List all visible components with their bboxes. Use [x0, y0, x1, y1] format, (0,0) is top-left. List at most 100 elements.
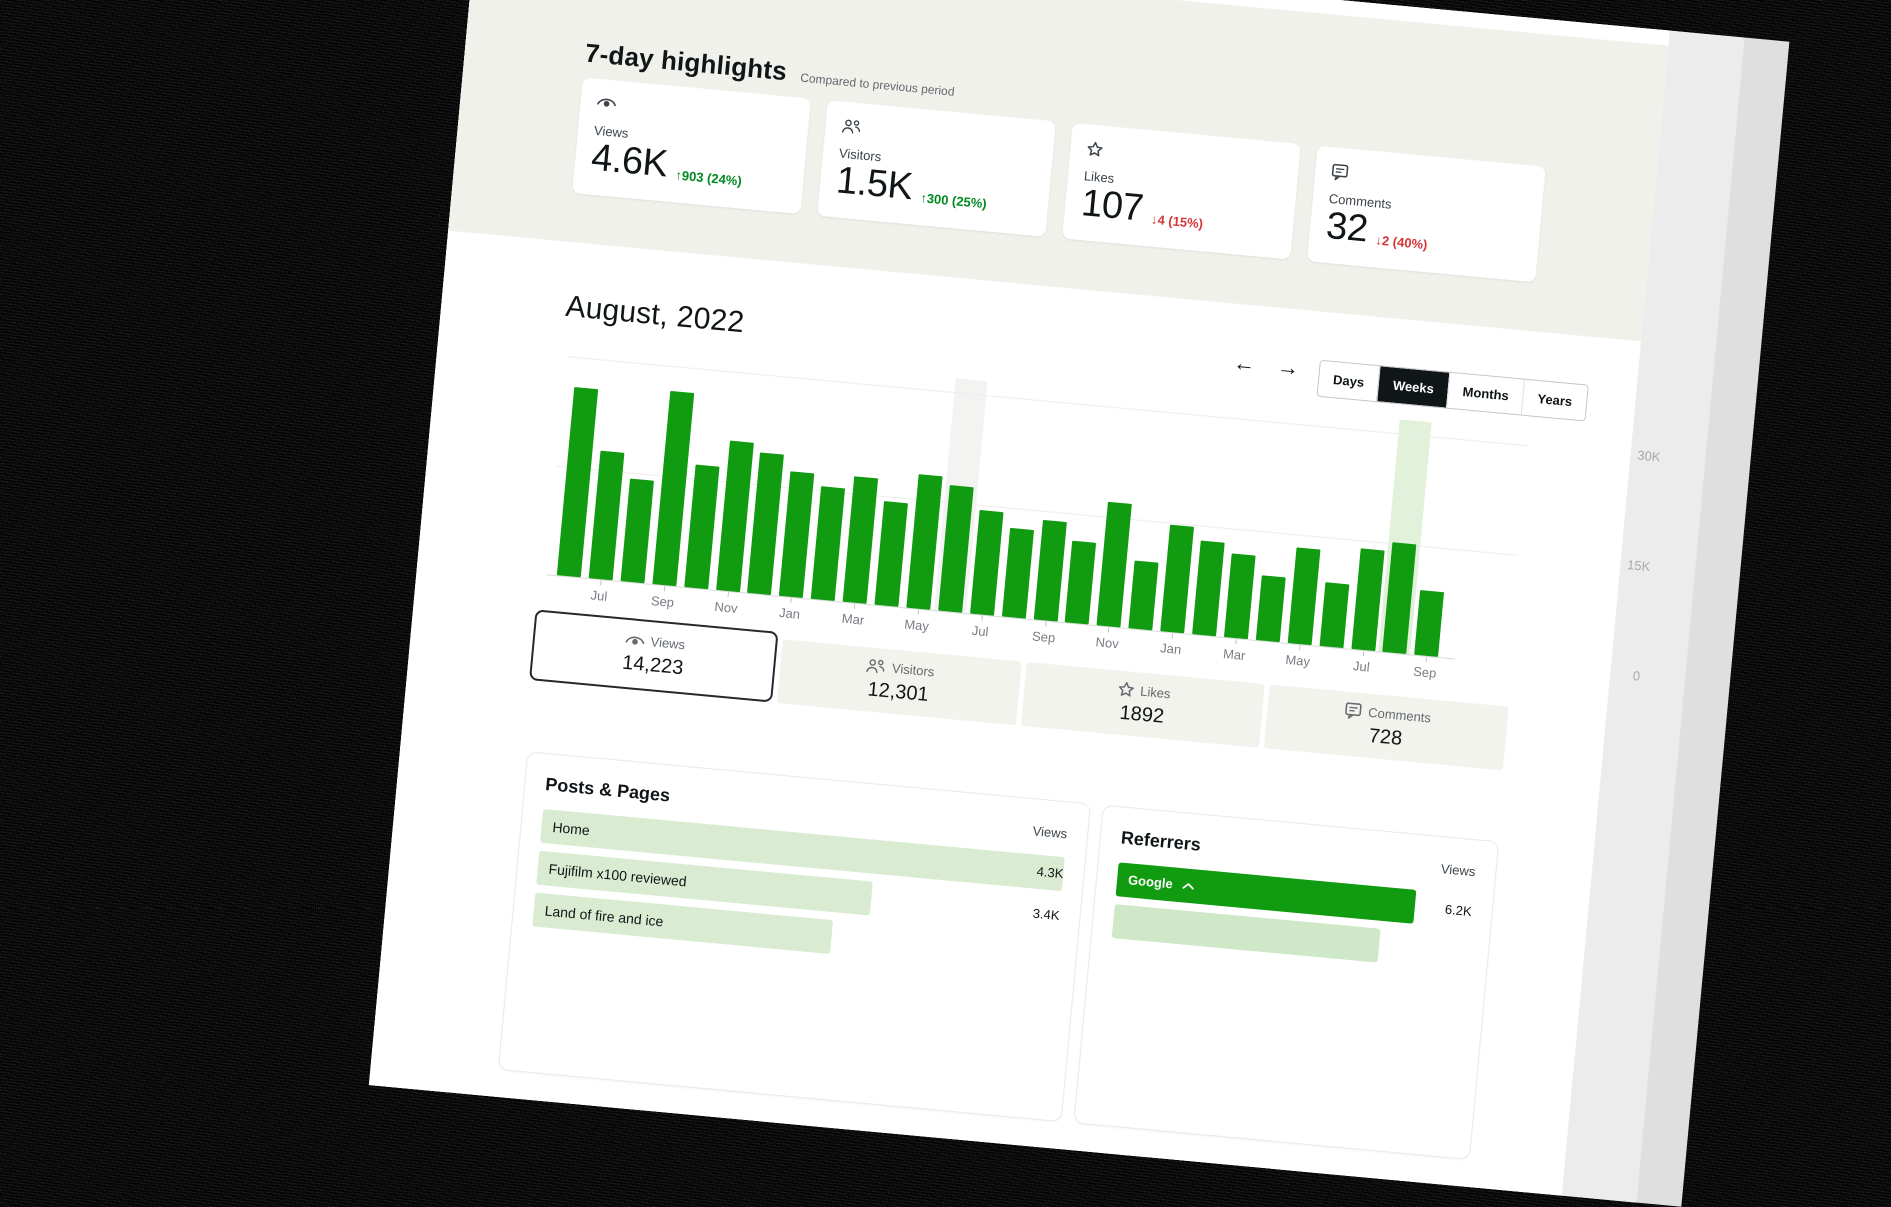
summary-tab-label: Likes [1140, 683, 1172, 701]
eye-icon [624, 632, 645, 649]
referrers-title: Referrers [1120, 827, 1202, 855]
x-axis-tick [1362, 651, 1363, 656]
chart-bar[interactable] [1065, 541, 1096, 625]
summary-tab-label: Visitors [891, 660, 935, 679]
x-axis-label: Nov [1077, 633, 1138, 653]
x-axis-tick [1426, 657, 1427, 662]
trend-badge: ↓4 (15%) [1150, 211, 1204, 236]
highlight-card-value: 107 [1079, 183, 1145, 230]
chart-bar[interactable] [1256, 575, 1286, 642]
highlight-card-value: 1.5K [834, 160, 914, 209]
x-axis-tick [1108, 627, 1109, 632]
x-axis-tick [981, 616, 982, 621]
chart-bar[interactable] [1097, 502, 1132, 628]
x-axis-tick [918, 610, 919, 615]
chevron-up-icon[interactable] [1181, 881, 1195, 890]
x-axis-label: Sep [1013, 627, 1074, 647]
trend-badge: ↑903 (24%) [674, 167, 742, 193]
highlight-card-visitors: Visitors1.5K↑300 (25%) [817, 100, 1056, 237]
chart-bar[interactable] [684, 464, 719, 589]
summary-tab-likes[interactable]: Likes1892 [1020, 662, 1265, 748]
x-axis-label: Sep [1394, 662, 1455, 682]
chart-bar[interactable] [1002, 528, 1034, 619]
trend-badge: ↑300 (25%) [919, 190, 987, 216]
summary-tab-label: Comments [1368, 704, 1432, 725]
posts-views-header: Views [1032, 823, 1068, 841]
x-axis-label: May [1267, 650, 1328, 670]
summary-tab-value: 14,223 [621, 652, 684, 681]
summary-tab-value: 728 [1368, 724, 1403, 750]
referrer-row-label: Google [1127, 863, 1197, 903]
star-icon [1117, 681, 1135, 698]
x-axis-label: Mar [823, 609, 884, 629]
dashboard-sheet: 7-day highlights Compared to previous pe… [369, 0, 1670, 1196]
x-axis-tick [1172, 633, 1173, 638]
post-row-label: Fujifilm x100 reviewed [547, 852, 688, 899]
people-icon [866, 658, 887, 675]
comment-icon [1344, 702, 1363, 719]
interval-months[interactable]: Months [1446, 373, 1524, 415]
chart-bar[interactable] [1192, 541, 1225, 637]
x-axis-label: May [886, 615, 947, 635]
x-axis-tick [1299, 645, 1300, 650]
summary-tab-views[interactable]: Views14,223 [529, 609, 778, 702]
x-axis-tick [663, 586, 664, 591]
x-axis-tick [600, 580, 601, 585]
interval-weeks[interactable]: Weeks [1376, 366, 1449, 407]
highlight-card-value: 4.6K [590, 138, 670, 187]
x-axis-label: Jan [1140, 638, 1201, 658]
x-axis-tick [727, 592, 728, 597]
chart-bar[interactable] [843, 476, 879, 604]
period-nav: ← → [1228, 347, 1304, 384]
chart-bar[interactable] [970, 510, 1004, 616]
interval-days[interactable]: Days [1318, 361, 1380, 401]
highlights-subtitle: Compared to previous period [800, 71, 955, 99]
chart-bar[interactable] [874, 501, 908, 607]
chart-bar[interactable] [779, 471, 814, 598]
referrer-row-views: 6.2K [1406, 889, 1473, 929]
x-axis-label: Jul [950, 621, 1011, 641]
x-axis-tick [854, 604, 855, 609]
x-axis-tick [791, 598, 792, 603]
highlight-card-likes: Likes107↓4 (15%) [1062, 123, 1301, 260]
chart-bar[interactable] [811, 486, 845, 601]
posts-pages-title: Posts & Pages [544, 774, 670, 806]
summary-tab-value: 1892 [1119, 701, 1165, 728]
post-row-views: 3.4K [994, 893, 1061, 933]
next-period-button[interactable]: → [1272, 352, 1305, 385]
interval-years[interactable]: Years [1521, 380, 1588, 421]
referrer-row-views [1406, 931, 1470, 937]
x-axis-label: Mar [1204, 644, 1265, 664]
highlight-card-comments: Comments32↓2 (40%) [1307, 146, 1546, 283]
highlight-card-views: Views4.6K↑903 (24%) [572, 77, 811, 214]
chart-bar[interactable] [747, 452, 784, 595]
chart-bar[interactable] [1414, 590, 1444, 657]
x-axis-label: Jul [1331, 656, 1392, 676]
x-axis-label: Nov [696, 597, 757, 617]
chart-bar[interactable] [1160, 525, 1194, 634]
summary-tab-visitors[interactable]: Visitors12,301 [777, 639, 1022, 725]
chart-bar[interactable] [716, 441, 754, 593]
chart-bar[interactable] [1224, 553, 1256, 639]
summary-tab-label: Views [650, 634, 686, 652]
post-row-views [993, 935, 1057, 941]
referrers-panel: Referrers Views Google 6.2K [1073, 805, 1499, 1160]
prev-period-button[interactable]: ← [1228, 347, 1261, 380]
referrers-views-header: Views [1440, 861, 1476, 879]
summary-tab-value: 12,301 [867, 678, 930, 707]
chart-bar[interactable] [1033, 520, 1066, 622]
chart-bar[interactable] [1287, 547, 1320, 645]
x-axis-label: Jan [759, 603, 820, 623]
chart-bar[interactable] [1319, 582, 1349, 648]
x-axis-label: Jul [568, 585, 629, 605]
chart-bar[interactable] [1129, 561, 1159, 631]
post-row-label: Land of fire and ice [543, 894, 665, 939]
summary-tab-comments[interactable]: Comments728 [1264, 685, 1509, 771]
x-axis-tick [1235, 639, 1236, 644]
highlight-card-value: 32 [1324, 206, 1369, 251]
posts-pages-panel: Posts & Pages Views Home 4.3K Fujifilm x10… [498, 751, 1091, 1122]
post-row-label: Home [551, 810, 591, 847]
chart-bar[interactable] [620, 479, 653, 584]
post-row-views: 4.3K [998, 851, 1065, 891]
highlight-cards: Views4.6K↑903 (24%)Visitors1.5K↑300 (25%… [572, 77, 1546, 282]
